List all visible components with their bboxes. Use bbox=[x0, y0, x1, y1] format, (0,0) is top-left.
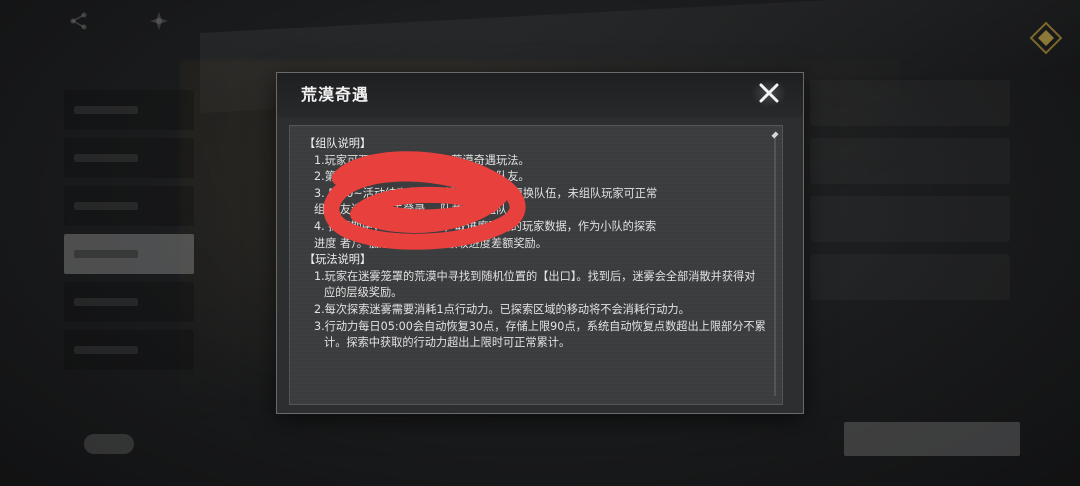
team-rule-line: 组 队友连续3天未登录， 队并重新组队。 bbox=[314, 203, 519, 217]
team-rule-line: 3. 5:00~活动结束为探索 组队玩家不可更换队伍，未组队玩家可正常 bbox=[314, 186, 658, 200]
play-rule-line: 3.行动力每日05:00会自动恢复30点，存储上限90点，系统自动恢复点数超出上… bbox=[314, 319, 766, 350]
play-rule-line: 1.玩家在迷雾笼罩的荒漠中寻找到随机位置的【出口】。找到后，迷雾会全部消散并获得… bbox=[314, 269, 756, 300]
play-rule-line: 2.每次探索迷雾需要消耗1点行动力。已探索区域的移动将不会消耗行动力。 bbox=[314, 302, 690, 316]
scrollbar-track[interactable] bbox=[774, 134, 776, 396]
team-rule-line: 4. 探索期中，组队 进度时，取进度更高的玩家数据，作为小队的探索 bbox=[314, 219, 657, 233]
play-rules-list: 1.玩家在迷雾笼罩的荒漠中寻找到随机位置的【出口】。找到后，迷雾会全部消散并获得… bbox=[304, 269, 766, 352]
dialog-title: 荒漠奇遇 bbox=[301, 85, 370, 104]
close-x-icon bbox=[759, 83, 779, 103]
scrollbar-thumb[interactable] bbox=[771, 131, 779, 139]
dialog-header: 荒漠奇遇 bbox=[277, 73, 803, 117]
team-rule-line: 2.第一 、玩家可自行组队、随意更换队友。 bbox=[314, 170, 530, 184]
team-section-heading: 【组队说明】 bbox=[304, 137, 372, 150]
team-rule-line: 1.玩家可两人组队， 人参与荒漠奇遇玩法。 bbox=[314, 153, 530, 167]
info-dialog: 荒漠奇遇 【组队说明】 1.玩家可两人组队， 人参与荒漠奇遇玩法。 2.第一 、玩… bbox=[276, 72, 804, 414]
rules-text: 【组队说明】 1.玩家可两人组队， 人参与荒漠奇遇玩法。 2.第一 、玩家可自行组… bbox=[304, 136, 766, 352]
close-button[interactable] bbox=[751, 79, 787, 107]
rules-panel[interactable]: 【组队说明】 1.玩家可两人组队， 人参与荒漠奇遇玩法。 2.第一 、玩家可自行组… bbox=[289, 125, 783, 405]
team-rules-list: 1.玩家可两人组队， 人参与荒漠奇遇玩法。 2.第一 、玩家可自行组队、随意更换队… bbox=[304, 153, 766, 253]
play-section-heading: 【玩法说明】 bbox=[304, 253, 372, 267]
team-rule-line: 进度 者）。低进度玩家直接领取进度差额奖励。 bbox=[314, 236, 547, 250]
